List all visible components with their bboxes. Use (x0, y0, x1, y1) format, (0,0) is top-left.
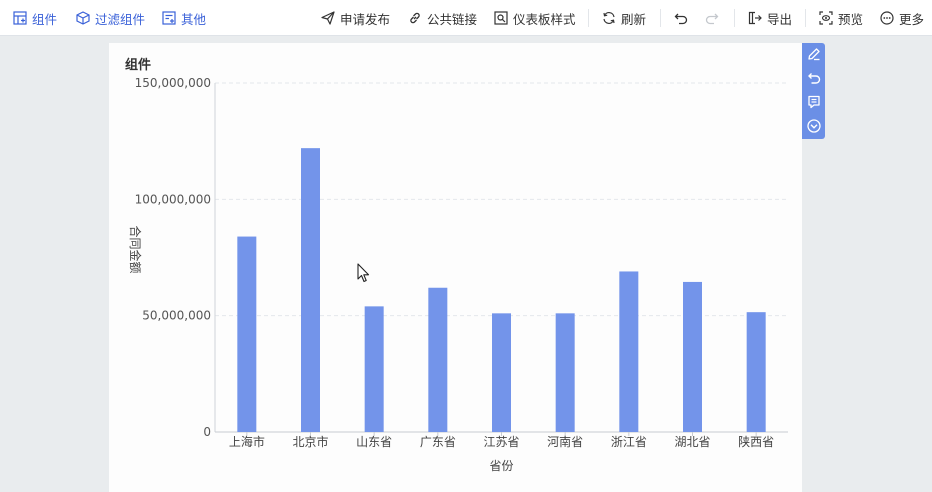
link-icon (408, 11, 422, 25)
edit-icon (807, 46, 821, 65)
undo-icon (807, 70, 821, 89)
preview-label: 预览 (838, 11, 864, 27)
toolbar-divider (734, 9, 735, 27)
dashboard-style-button[interactable]: 仪表板样式 (494, 0, 576, 36)
other-label: 其他 (181, 11, 207, 27)
dashboard-style-label: 仪表板样式 (513, 11, 576, 27)
comment-icon (807, 94, 821, 113)
more-icon (880, 11, 894, 25)
x-tick-label: 北京市 (292, 434, 328, 449)
refresh-icon (602, 11, 616, 25)
export-icon (748, 11, 762, 25)
export-label: 导出 (767, 11, 793, 27)
publish-request-label: 申请发布 (340, 11, 391, 27)
y-tick-label: 100,000,000 (135, 192, 211, 206)
y-tick-label: 150,000,000 (135, 76, 211, 90)
more-button[interactable]: 更多 (880, 0, 924, 36)
preview-icon (819, 11, 833, 25)
chart-widget[interactable]: 组件 0 50,000,000 100,000,000 150,000,000 上海市北… (109, 43, 802, 492)
x-tick-label: 湖北省 (674, 434, 710, 449)
redo-icon (705, 11, 719, 25)
preview-button[interactable]: 预览 (819, 0, 863, 36)
add-other-icon (162, 11, 176, 25)
send-icon (321, 11, 335, 25)
bar-chart: 0 50,000,000 100,000,000 150,000,000 上海市 北京市 山… (128, 76, 788, 473)
style-icon (494, 11, 508, 25)
widget-side-toolbar (802, 43, 825, 139)
expand-down-icon (806, 118, 821, 137)
bar (746, 312, 766, 432)
expand-widget-button[interactable] (802, 115, 825, 139)
x-tick-label: 广东省 (420, 435, 456, 449)
x-tick-label: 上海市 (229, 434, 265, 449)
add-widget-label: 组件 (32, 11, 58, 27)
bar (492, 313, 511, 432)
filter-cube-icon (76, 11, 90, 25)
bar (301, 148, 320, 432)
bar (683, 281, 702, 432)
x-tick-label: 山东省 (356, 435, 392, 449)
x-tick-label: 浙江省 (611, 435, 647, 449)
public-link-button[interactable]: 公共链接 (408, 0, 477, 36)
mouse-cursor-icon (357, 263, 370, 287)
export-button[interactable]: 导出 (748, 0, 792, 36)
bar (364, 306, 384, 432)
public-link-label: 公共链接 (427, 11, 478, 27)
toolbar-divider (660, 9, 661, 27)
x-tick-label: 陕西省 (738, 434, 774, 449)
toolbar-divider (588, 9, 589, 27)
undo-button[interactable] (674, 0, 688, 36)
publish-request-button[interactable]: 申请发布 (321, 0, 390, 36)
redo-button[interactable] (705, 0, 719, 36)
bar (619, 271, 639, 432)
refresh-label: 刷新 (621, 11, 647, 27)
x-tick-label: 江苏省 (483, 435, 519, 449)
x-axis-title: 省份 (489, 459, 513, 473)
edit-widget-button[interactable] (802, 43, 825, 67)
x-tick-label: 河南省 (547, 434, 583, 449)
toolbar-divider (805, 9, 806, 27)
bar (237, 236, 257, 432)
filter-widget-label: 过滤组件 (95, 11, 146, 27)
add-widget-button[interactable]: 组件 (13, 0, 57, 36)
add-widget-icon (13, 11, 27, 25)
other-button[interactable]: 其他 (162, 0, 206, 36)
bar (428, 287, 448, 432)
undo-icon (674, 11, 688, 25)
y-axis-title: 合同金额 (128, 225, 143, 273)
top-toolbar: 组件 过滤组件 其他 申请发布 公共链接 仪表板样式 刷新 导出 预览 更多 (0, 0, 932, 36)
filter-widget-button[interactable]: 过滤组件 (76, 0, 145, 36)
more-label: 更多 (899, 11, 925, 27)
bar (555, 313, 575, 432)
refresh-button[interactable]: 刷新 (602, 0, 646, 36)
undo-widget-button[interactable] (802, 67, 825, 91)
y-tick-label: 0 (203, 425, 211, 439)
comment-widget-button[interactable] (802, 91, 825, 115)
y-tick-label: 50,000,000 (142, 309, 211, 323)
